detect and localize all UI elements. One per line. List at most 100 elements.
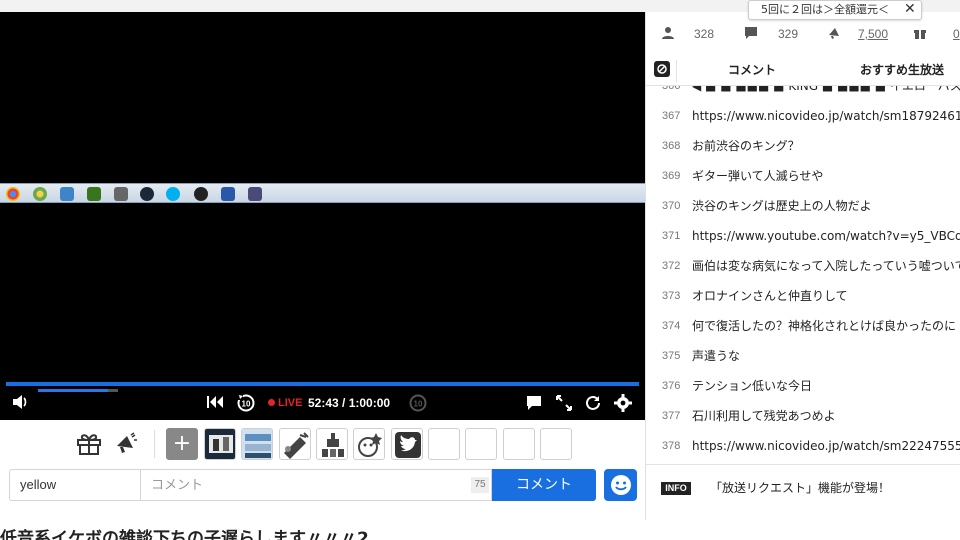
comment-number: 370: [662, 200, 681, 212]
action-toolbar: +: [0, 420, 645, 468]
video-screen[interactable]: [0, 12, 645, 380]
megaphone-icon[interactable]: [114, 432, 138, 456]
comment-input[interactable]: コメント: [140, 469, 492, 501]
svg-text:10: 10: [414, 400, 423, 409]
steam-icon: [140, 187, 154, 201]
comment-row[interactable]: 366 ◀ ■ ■ ■■■ ■ KING ■ ■■■ ■ イエローバスターズ■■■: [646, 86, 960, 101]
empty-slot-4[interactable]: [540, 428, 572, 460]
page-title: 低音系イケボの雑談下ちの子遅らします〃〃〃2: [0, 529, 369, 540]
skype-icon: [166, 187, 180, 201]
comment-text: 石川利用して残党あつめよ: [692, 409, 836, 423]
info-bar[interactable]: INFO 「放送リクエスト」機能が登場！: [646, 464, 960, 504]
divider: [676, 60, 677, 82]
empty-slot-2[interactable]: [465, 428, 497, 460]
empty-slot-1[interactable]: [428, 428, 460, 460]
comment-text: 渋谷のキングは歴史上の人物だよ: [692, 199, 872, 213]
comment-panel: 328 329 7,500 0 コメント おすすめ生放送 366 ◀ ■ ■ ■■…: [645, 12, 960, 520]
tab-recommended-live[interactable]: おすすめ生放送: [860, 56, 944, 84]
comment-row[interactable]: 373 オロナインさんと仲直りして: [646, 281, 960, 311]
comment-number: 374: [662, 320, 681, 332]
app-root: 10 LIVE 52:43 / 1:00:00 10 + yellow コメント…: [0, 0, 960, 540]
twitter-share-button[interactable]: [391, 428, 423, 460]
comment-text: テンション低いな今日: [692, 379, 813, 393]
panel-tabs: コメント おすすめ生放送: [646, 56, 960, 86]
ad-points-link[interactable]: 7,500: [858, 22, 888, 46]
comment-text: 何で復活したの？神格化されとけば良かったのに: [692, 319, 957, 333]
comment-text: ギター弾いて人滅らせや: [692, 169, 824, 183]
item-slot-3[interactable]: [279, 428, 311, 460]
comment-row[interactable]: 377 石川利用して残党あつめよ: [646, 401, 960, 431]
forward-10-icon: 10: [409, 394, 427, 412]
comment-row[interactable]: 375 声遣うな: [646, 341, 960, 371]
svg-text:10: 10: [242, 400, 251, 409]
gift-count-link[interactable]: 0: [953, 22, 960, 46]
item-slot-4[interactable]: [316, 428, 348, 460]
comment-text: オロナインさんと仲直りして: [692, 289, 848, 303]
comment-text: ◀ ■ ■ ■■■ ■ KING ■ ■■■ ■ イエローバスターズ■■■: [692, 86, 960, 93]
comment-row[interactable]: 367 https://www.nicovideo.jp/watch/sm1879…: [646, 101, 960, 131]
gift-count-icon: [914, 30, 926, 39]
name-input[interactable]: yellow: [9, 469, 140, 501]
empty-slot-3[interactable]: [503, 428, 535, 460]
comment-composer: yellow コメント 75 コメント: [0, 468, 645, 508]
item-slot-5[interactable]: [353, 428, 385, 460]
comment-row[interactable]: 370 渋谷のキングは歴史上の人物だよ: [646, 191, 960, 221]
item-slot-2[interactable]: [241, 428, 273, 460]
comment-row[interactable]: 368 お前渋谷のキング？: [646, 131, 960, 161]
expand-icon[interactable]: [555, 394, 573, 412]
comment-row[interactable]: 371 https://www.youtube.com/watch?v=y5_VB…: [646, 221, 960, 251]
tab-comment[interactable]: コメント: [728, 56, 776, 84]
comment-number: 378: [662, 440, 681, 452]
comment-row[interactable]: 369 ギター弾いて人滅らせや: [646, 161, 960, 191]
comment-row[interactable]: 372 画伯は変な病気になって入院したっていう嘘ついてた: [646, 251, 960, 281]
viewer-icon: [662, 27, 674, 39]
comment-list[interactable]: 366 ◀ ■ ■ ■■■ ■ KING ■ ■■■ ■ イエローバスターズ■■■…: [646, 86, 960, 464]
comment-row[interactable]: 378 https://www.nicovideo.jp/watch/sm2224…: [646, 431, 960, 461]
volume-level: [38, 389, 108, 392]
comment-number: 368: [662, 140, 681, 152]
promo-tooltip: 5回に２回は＞全額還元＜: [748, 0, 922, 20]
comment-number: 377: [662, 410, 681, 422]
stats-bar: 328 329 7,500 0: [646, 22, 960, 46]
comment-text: 声遣うな: [692, 349, 741, 363]
comment-toggle-icon[interactable]: [526, 395, 542, 411]
app-icon: [60, 187, 74, 201]
ad-megaphone-icon: [829, 28, 839, 39]
comment-text: 画伯は変な病気になって入院したっていう嘘ついてた: [692, 259, 960, 273]
comment-row[interactable]: 376 テンション低いな今日: [646, 371, 960, 401]
item-slot-1[interactable]: [204, 428, 236, 460]
app-icon: [87, 187, 101, 201]
comment-number: 375: [662, 350, 681, 362]
comment-number: 369: [662, 170, 681, 182]
comment-count: 329: [778, 27, 799, 41]
time-display: 52:43 / 1:00:00: [308, 396, 391, 410]
reload-icon[interactable]: [584, 394, 602, 412]
viewer-count: 328: [694, 27, 715, 41]
comment-text: https://www.nicovideo.jp/watch/sm2224755…: [692, 439, 960, 453]
add-item-button[interactable]: +: [166, 428, 198, 460]
gift-icon[interactable]: [76, 432, 102, 456]
skip-back-icon[interactable]: [206, 395, 224, 409]
comment-number: 371: [662, 230, 681, 242]
live-indicator-dot: [268, 399, 275, 406]
char-count-badge: 75: [471, 477, 489, 493]
seek-bar[interactable]: [6, 382, 639, 386]
rewind-10-icon[interactable]: 10: [236, 393, 256, 413]
info-text[interactable]: 「放送リクエスト」機能が登場！: [710, 477, 890, 499]
comment-number: 372: [662, 260, 681, 272]
smiley-icon: [611, 475, 631, 495]
comment-number: 373: [662, 290, 681, 302]
ng-filter-icon[interactable]: [654, 61, 670, 77]
submit-comment-button[interactable]: コメント: [492, 469, 596, 501]
stream-taskbar: [0, 183, 645, 203]
live-label: LIVE: [278, 397, 303, 409]
comment-row[interactable]: 374 何で復活したの？神格化されとけば良かったのに: [646, 311, 960, 341]
settings-gear-icon[interactable]: [614, 394, 632, 412]
volume-icon[interactable]: [12, 394, 30, 410]
emotion-button[interactable]: [604, 469, 637, 501]
info-badge: INFO: [661, 482, 691, 495]
tooltip-close-icon[interactable]: ✕: [904, 1, 916, 17]
comment-number: 367: [662, 110, 681, 122]
comment-number: 366: [662, 86, 681, 92]
app-icon: [194, 187, 208, 201]
